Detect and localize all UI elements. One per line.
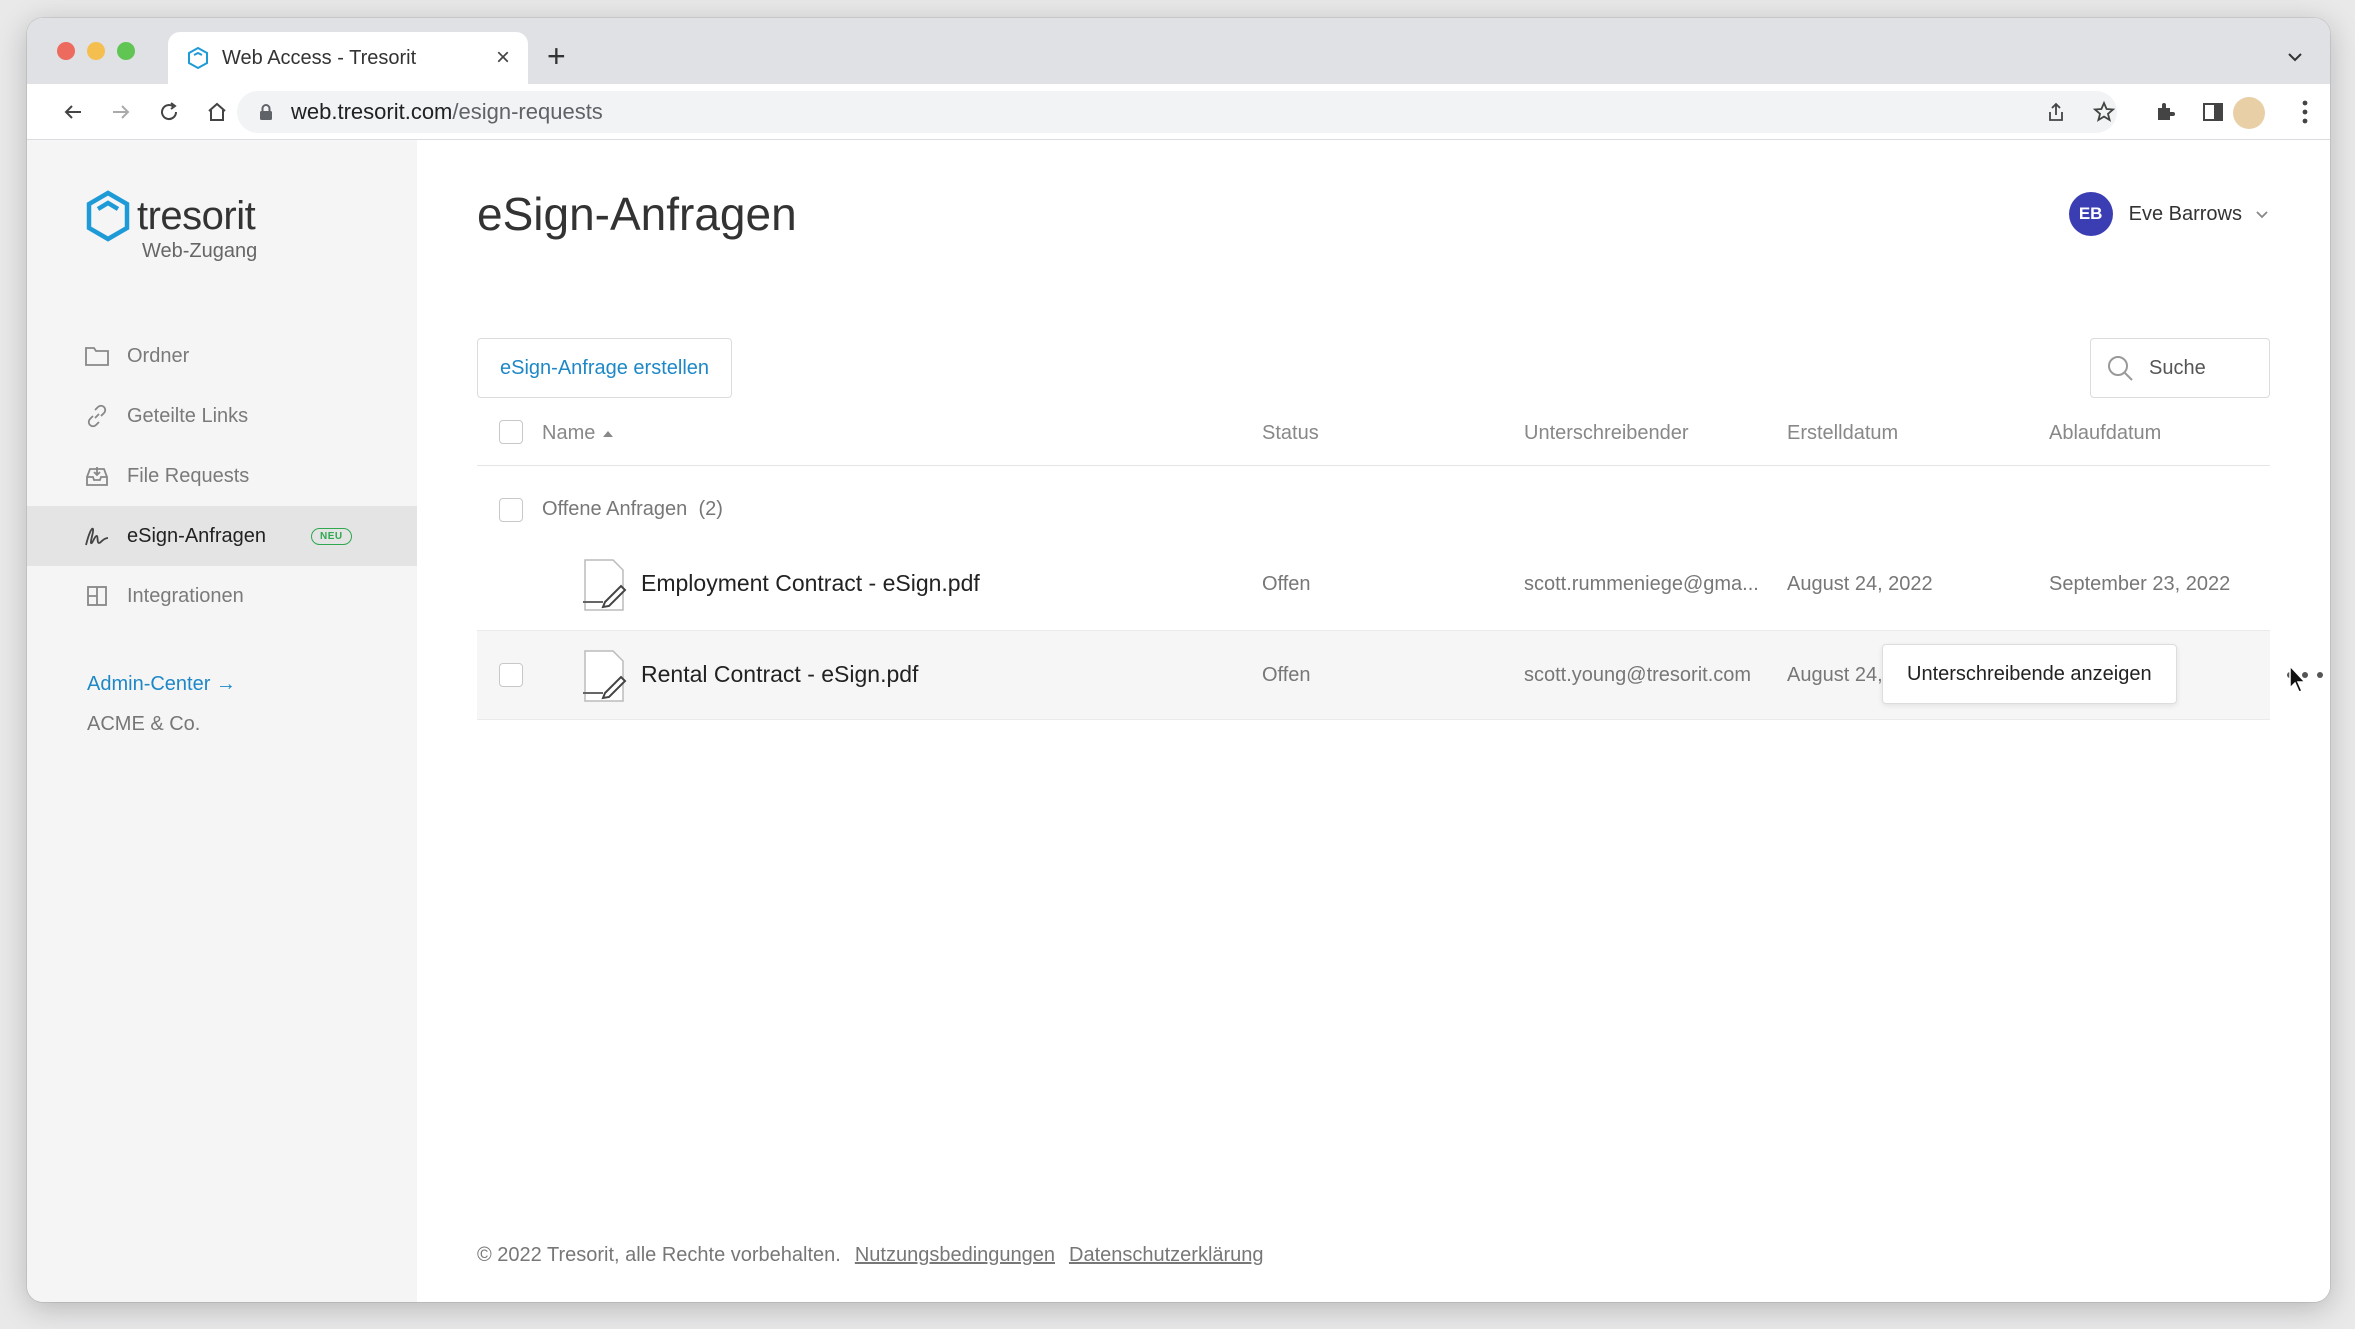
inbox-icon — [83, 462, 111, 490]
main-content: eSign-Anfragen EB Eve Barrows eSign-Anfr… — [417, 140, 2330, 1302]
chevron-down-icon[interactable] — [2284, 46, 2306, 68]
bookmark-star-icon[interactable] — [2090, 98, 2118, 126]
esign-document-icon — [583, 650, 627, 702]
sidebar-item-ordner[interactable]: Ordner — [27, 326, 417, 386]
sidebar-item-file-requests[interactable]: File Requests — [27, 446, 417, 506]
back-icon[interactable] — [59, 98, 87, 126]
table-header: Name Status Unterschreibender Erstelldat… — [477, 398, 2270, 466]
mouse-cursor-icon — [2289, 664, 2307, 693]
sidebar-item-label: Ordner — [127, 344, 190, 367]
browser-tab[interactable]: Web Access - Tresorit × — [168, 32, 528, 84]
logo-subtitle: Web-Zugang — [142, 240, 258, 262]
sidebar-item-label: eSign-Anfragen — [127, 524, 266, 547]
sort-ascending-icon — [603, 430, 614, 437]
search-icon — [2108, 356, 2133, 381]
expiry-date-cell: September 23, 2022 — [2049, 573, 2231, 595]
esign-requests-table: Name Status Unterschreibender Erstelldat… — [477, 398, 2323, 720]
user-menu[interactable]: EB Eve Barrows — [2068, 192, 2270, 236]
signature-icon — [83, 522, 111, 550]
sidebar: tresorit Web-Zugang Ordner Geteilte Link… — [27, 140, 417, 1302]
privacy-link[interactable]: Datenschutzerklärung — [1069, 1244, 1264, 1267]
sidebar-item-label: Integrationen — [127, 584, 244, 607]
terms-link[interactable]: Nutzungsbedingungen — [855, 1244, 1055, 1267]
browser-toolbar: web.tresorit.com/esign-requests — [27, 84, 2330, 140]
select-all-checkbox[interactable] — [499, 420, 523, 444]
dot-icon — [2317, 672, 2323, 678]
reload-icon[interactable] — [155, 98, 183, 126]
signer-cell: scott.young@tresorit.com — [1524, 664, 1752, 686]
sidebar-item-esign-anfragen[interactable]: eSign-Anfragen NEU — [27, 506, 417, 566]
new-badge: NEU — [310, 527, 352, 545]
file-name[interactable]: Rental Contract - eSign.pdf — [641, 661, 918, 688]
admin-center-link[interactable]: Admin-Center → — [87, 673, 236, 696]
column-header-created[interactable]: Erstelldatum — [1787, 422, 1898, 445]
side-panel-icon[interactable] — [2199, 98, 2227, 126]
status-cell: Offen — [1262, 573, 1311, 595]
organization-name: ACME & Co. — [87, 713, 201, 735]
page-content: tresorit Web-Zugang Ordner Geteilte Link… — [27, 140, 2330, 1302]
minimize-window-button[interactable] — [87, 42, 105, 60]
avatar: EB — [2068, 192, 2113, 236]
search-placeholder: Suche — [2149, 356, 2206, 379]
sidebar-item-label: Geteilte Links — [127, 404, 249, 427]
search-input[interactable]: Suche — [2090, 338, 2270, 398]
group-row: Offene Anfragen (2) — [477, 480, 2270, 540]
browser-window: Web Access - Tresorit × + web.tresorit.c… — [27, 18, 2330, 1302]
row-checkbox[interactable] — [499, 663, 523, 687]
link-icon — [83, 402, 111, 430]
chevron-down-icon — [2256, 211, 2268, 219]
home-icon[interactable] — [203, 98, 231, 126]
lock-icon — [260, 104, 272, 120]
tresorit-logo[interactable]: tresorit — [85, 190, 256, 242]
share-icon[interactable] — [2042, 98, 2070, 126]
signer-cell: scott.rummeniege@gma... — [1524, 573, 1759, 595]
address-bar[interactable]: web.tresorit.com/esign-requests — [237, 91, 2117, 133]
column-header-name[interactable]: Name — [542, 422, 614, 445]
footer: © 2022 Tresorit, alle Rechte vorbehalten… — [477, 1244, 1264, 1267]
tab-close-icon[interactable]: × — [496, 46, 510, 70]
group-label: Offene Anfragen (2) — [542, 498, 723, 520]
tresorit-logo-icon — [86, 190, 130, 242]
esign-document-icon — [583, 559, 627, 611]
browser-profile-avatar[interactable] — [2233, 97, 2265, 129]
url-domain: web.tresorit.com — [291, 99, 453, 124]
copyright-text: © 2022 Tresorit, alle Rechte vorbehalten… — [477, 1244, 841, 1266]
browser-menu-icon[interactable] — [2302, 98, 2308, 126]
sidebar-item-label: File Requests — [127, 464, 250, 487]
extensions-icon[interactable] — [2151, 98, 2179, 126]
page-title: eSign-Anfragen — [477, 188, 797, 240]
sidebar-nav: Ordner Geteilte Links File Requests eSig… — [27, 326, 417, 626]
forward-icon[interactable] — [107, 98, 135, 126]
integrations-icon — [83, 582, 111, 610]
user-name: Eve Barrows — [2128, 202, 2242, 225]
create-esign-request-button[interactable]: eSign-Anfrage erstellen — [477, 338, 733, 398]
new-tab-button[interactable]: + — [547, 40, 566, 72]
maximize-window-button[interactable] — [117, 42, 135, 60]
column-header-expires[interactable]: Ablaufdatum — [2049, 422, 2161, 445]
table-row[interactable]: Employment Contract - eSign.pdf Offen sc… — [477, 540, 2270, 630]
status-cell: Offen — [1262, 664, 1311, 686]
close-window-button[interactable] — [57, 42, 75, 60]
group-checkbox[interactable] — [499, 498, 523, 522]
tab-title: Web Access - Tresorit — [222, 46, 417, 69]
browser-titlebar: Web Access - Tresorit × + — [27, 18, 2330, 84]
file-name[interactable]: Employment Contract - eSign.pdf — [641, 570, 980, 597]
logo-text: tresorit — [137, 193, 256, 238]
table-row[interactable]: Rental Contract - eSign.pdf Offen scott.… — [477, 630, 2323, 720]
sidebar-item-geteilte-links[interactable]: Geteilte Links — [27, 386, 417, 446]
folder-icon — [83, 342, 111, 370]
url-path: /esign-requests — [452, 99, 603, 124]
column-header-status[interactable]: Status — [1262, 422, 1319, 445]
sidebar-item-integrationen[interactable]: Integrationen — [27, 566, 417, 626]
show-signers-button[interactable]: Unterschreibende anzeigen — [1882, 644, 2177, 704]
column-header-signer[interactable]: Unterschreibender — [1524, 422, 1689, 445]
tresorit-favicon-icon — [188, 46, 208, 70]
created-date-cell: August 24, 2022 — [1787, 573, 1933, 595]
